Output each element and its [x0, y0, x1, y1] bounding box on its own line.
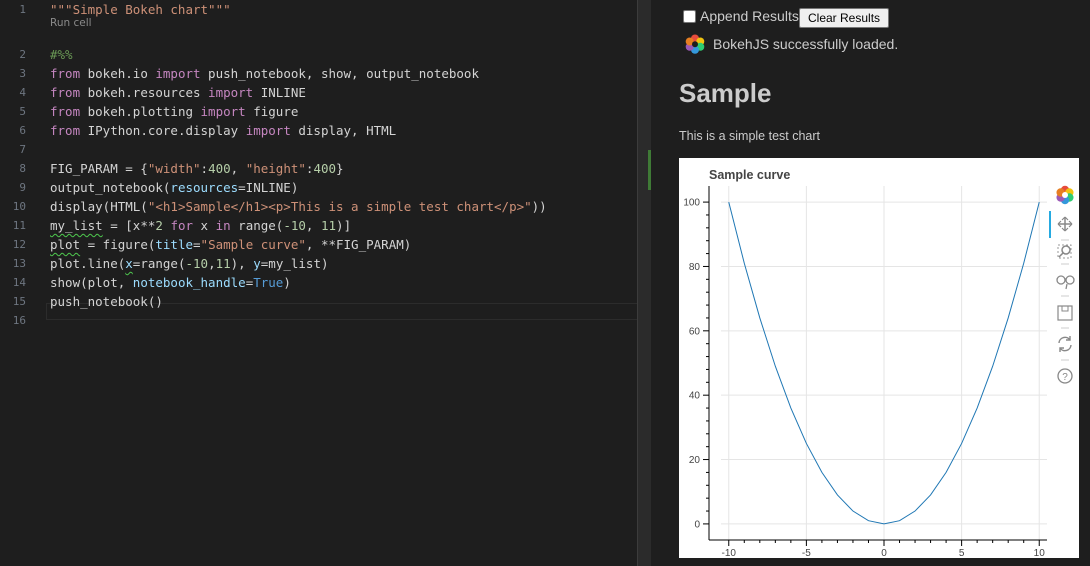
line-chart[interactable]: Sample curve-10 -5 0 5 10020406080100? [679, 158, 1079, 558]
line-number: 2 [19, 48, 26, 61]
line-code: plot = figure(title="Sample curve", **FI… [50, 237, 412, 252]
code-line[interactable]: 10 display(HTML("<h1>Sample</h1><p>This i… [0, 197, 637, 216]
bokeh-loaded-text: BokehJS successfully loaded. [713, 36, 899, 52]
line-number: 13 [12, 257, 26, 270]
x-tick-label: 10 [1034, 548, 1046, 558]
line-code: show(plot, notebook_handle=True) [50, 275, 291, 290]
line-code: plot.line(x=range(-10,11), y=my_list) [50, 256, 329, 271]
y-tick-label: 40 [689, 391, 701, 402]
output-heading: Sample [679, 78, 772, 108]
line-code: display(HTML("<h1>Sample</h1><p>This is … [50, 199, 547, 214]
x-tick-label: 5 [959, 548, 965, 558]
append-results-control[interactable]: Append Results [683, 8, 799, 24]
pane-divider[interactable] [637, 0, 651, 566]
divider-border [637, 0, 638, 566]
y-tick-label: 100 [683, 198, 700, 209]
code-line[interactable]: 11 my_list = [x**2 for x in range(-10, 11… [0, 216, 637, 235]
code-line[interactable]: 7 [0, 140, 637, 159]
line-number: 3 [19, 67, 26, 80]
y-tick-label: 0 [694, 519, 700, 530]
line-number: 15 [12, 295, 26, 308]
line-number: 9 [19, 181, 26, 194]
line-code: """Simple Bokeh chart""" [50, 2, 231, 17]
bokeh-toolbar[interactable]: ? [1049, 185, 1075, 384]
code-line[interactable]: 4 from bokeh.resources import INLINE [0, 83, 637, 102]
bokeh-logo-icon[interactable] [1056, 185, 1074, 205]
line-number: 4 [19, 86, 26, 99]
code-line[interactable]: 14 show(plot, notebook_handle=True) [0, 273, 637, 292]
line-number: 11 [12, 219, 26, 232]
box-zoom-icon[interactable] [1057, 244, 1072, 259]
x-tick-label: -10 [722, 548, 737, 558]
line-code: output_notebook(resources=INLINE) [50, 180, 299, 195]
line-code: my_list = [x**2 for x in range(-10, 11)] [50, 218, 352, 233]
line-code: push_notebook() [50, 294, 163, 309]
code-line[interactable]: 5 from bokeh.plotting import figure [0, 102, 637, 121]
code-line[interactable]: 2 #%% [0, 45, 637, 64]
wheel-zoom-icon[interactable] [1056, 275, 1075, 290]
line-code: from bokeh.plotting import figure [50, 104, 299, 119]
line-number: 12 [12, 238, 26, 251]
line-code: from bokeh.io import push_notebook, show… [50, 66, 479, 81]
append-results-checkbox[interactable] [683, 9, 696, 23]
output-paragraph: This is a simple test chart [679, 129, 821, 143]
save-icon[interactable] [1057, 305, 1073, 321]
output-pane: Append Results Clear Results BokehJS suc… [651, 0, 1090, 566]
y-tick-label: 20 [689, 455, 701, 466]
line-number: 14 [12, 276, 26, 289]
code-line[interactable]: 3 from bokeh.io import push_notebook, sho… [0, 64, 637, 83]
chart-title: Sample curve [709, 168, 790, 182]
code-line[interactable]: 8 FIG_PARAM = {"width":400, "height":400} [0, 159, 637, 178]
bokeh-plot[interactable]: Sample curve -10 -5 0 5 10 0 20 40 60 80 100? [679, 158, 1079, 558]
line-number: 7 [19, 143, 26, 156]
code-line[interactable]: 16 [0, 311, 637, 330]
line-code: #%% [50, 47, 73, 62]
svg-text:?: ? [1062, 372, 1068, 383]
y-tick-label: 60 [689, 326, 701, 337]
clear-results-button[interactable]: Clear Results [799, 8, 890, 28]
line-number: 16 [12, 314, 26, 327]
code-line[interactable]: 6 from IPython.core.display import displa… [0, 121, 637, 140]
line-number: 1 [19, 3, 26, 16]
code-line[interactable]: 15 push_notebook() [0, 292, 637, 311]
code-line[interactable]: 1 """Simple Bokeh chart""" [0, 0, 637, 19]
pan-tool-icon[interactable] [1057, 216, 1073, 232]
code-editor[interactable]: Run cell 1 """Simple Bokeh chart""" 2 #%% 3 f… [0, 0, 637, 566]
line-code: from IPython.core.display import display… [50, 123, 397, 138]
append-results-label: Append Results [700, 8, 799, 24]
x-tick-label: -5 [802, 548, 811, 558]
code-line[interactable]: 9 output_notebook(resources=INLINE) [0, 178, 637, 197]
line-number: 5 [19, 105, 26, 118]
line-number: 6 [19, 124, 26, 137]
line-number: 8 [19, 162, 26, 175]
line-code: FIG_PARAM = {"width":400, "height":400} [50, 161, 344, 176]
code-line[interactable]: 12 plot = figure(title="Sample curve", **… [0, 235, 637, 254]
line-number: 10 [12, 200, 26, 213]
reset-icon[interactable] [1058, 336, 1072, 352]
bokeh-loaded-message: BokehJS successfully loaded. [685, 34, 898, 54]
y-tick-label: 80 [689, 262, 701, 273]
code-line[interactable]: 13 plot.line(x=range(-10,11), y=my_list) [0, 254, 637, 273]
x-tick-label: 0 [881, 548, 887, 558]
line-code: from bokeh.resources import INLINE [50, 85, 306, 100]
bokeh-logo-icon [685, 34, 705, 54]
help-icon[interactable]: ? [1057, 368, 1073, 384]
